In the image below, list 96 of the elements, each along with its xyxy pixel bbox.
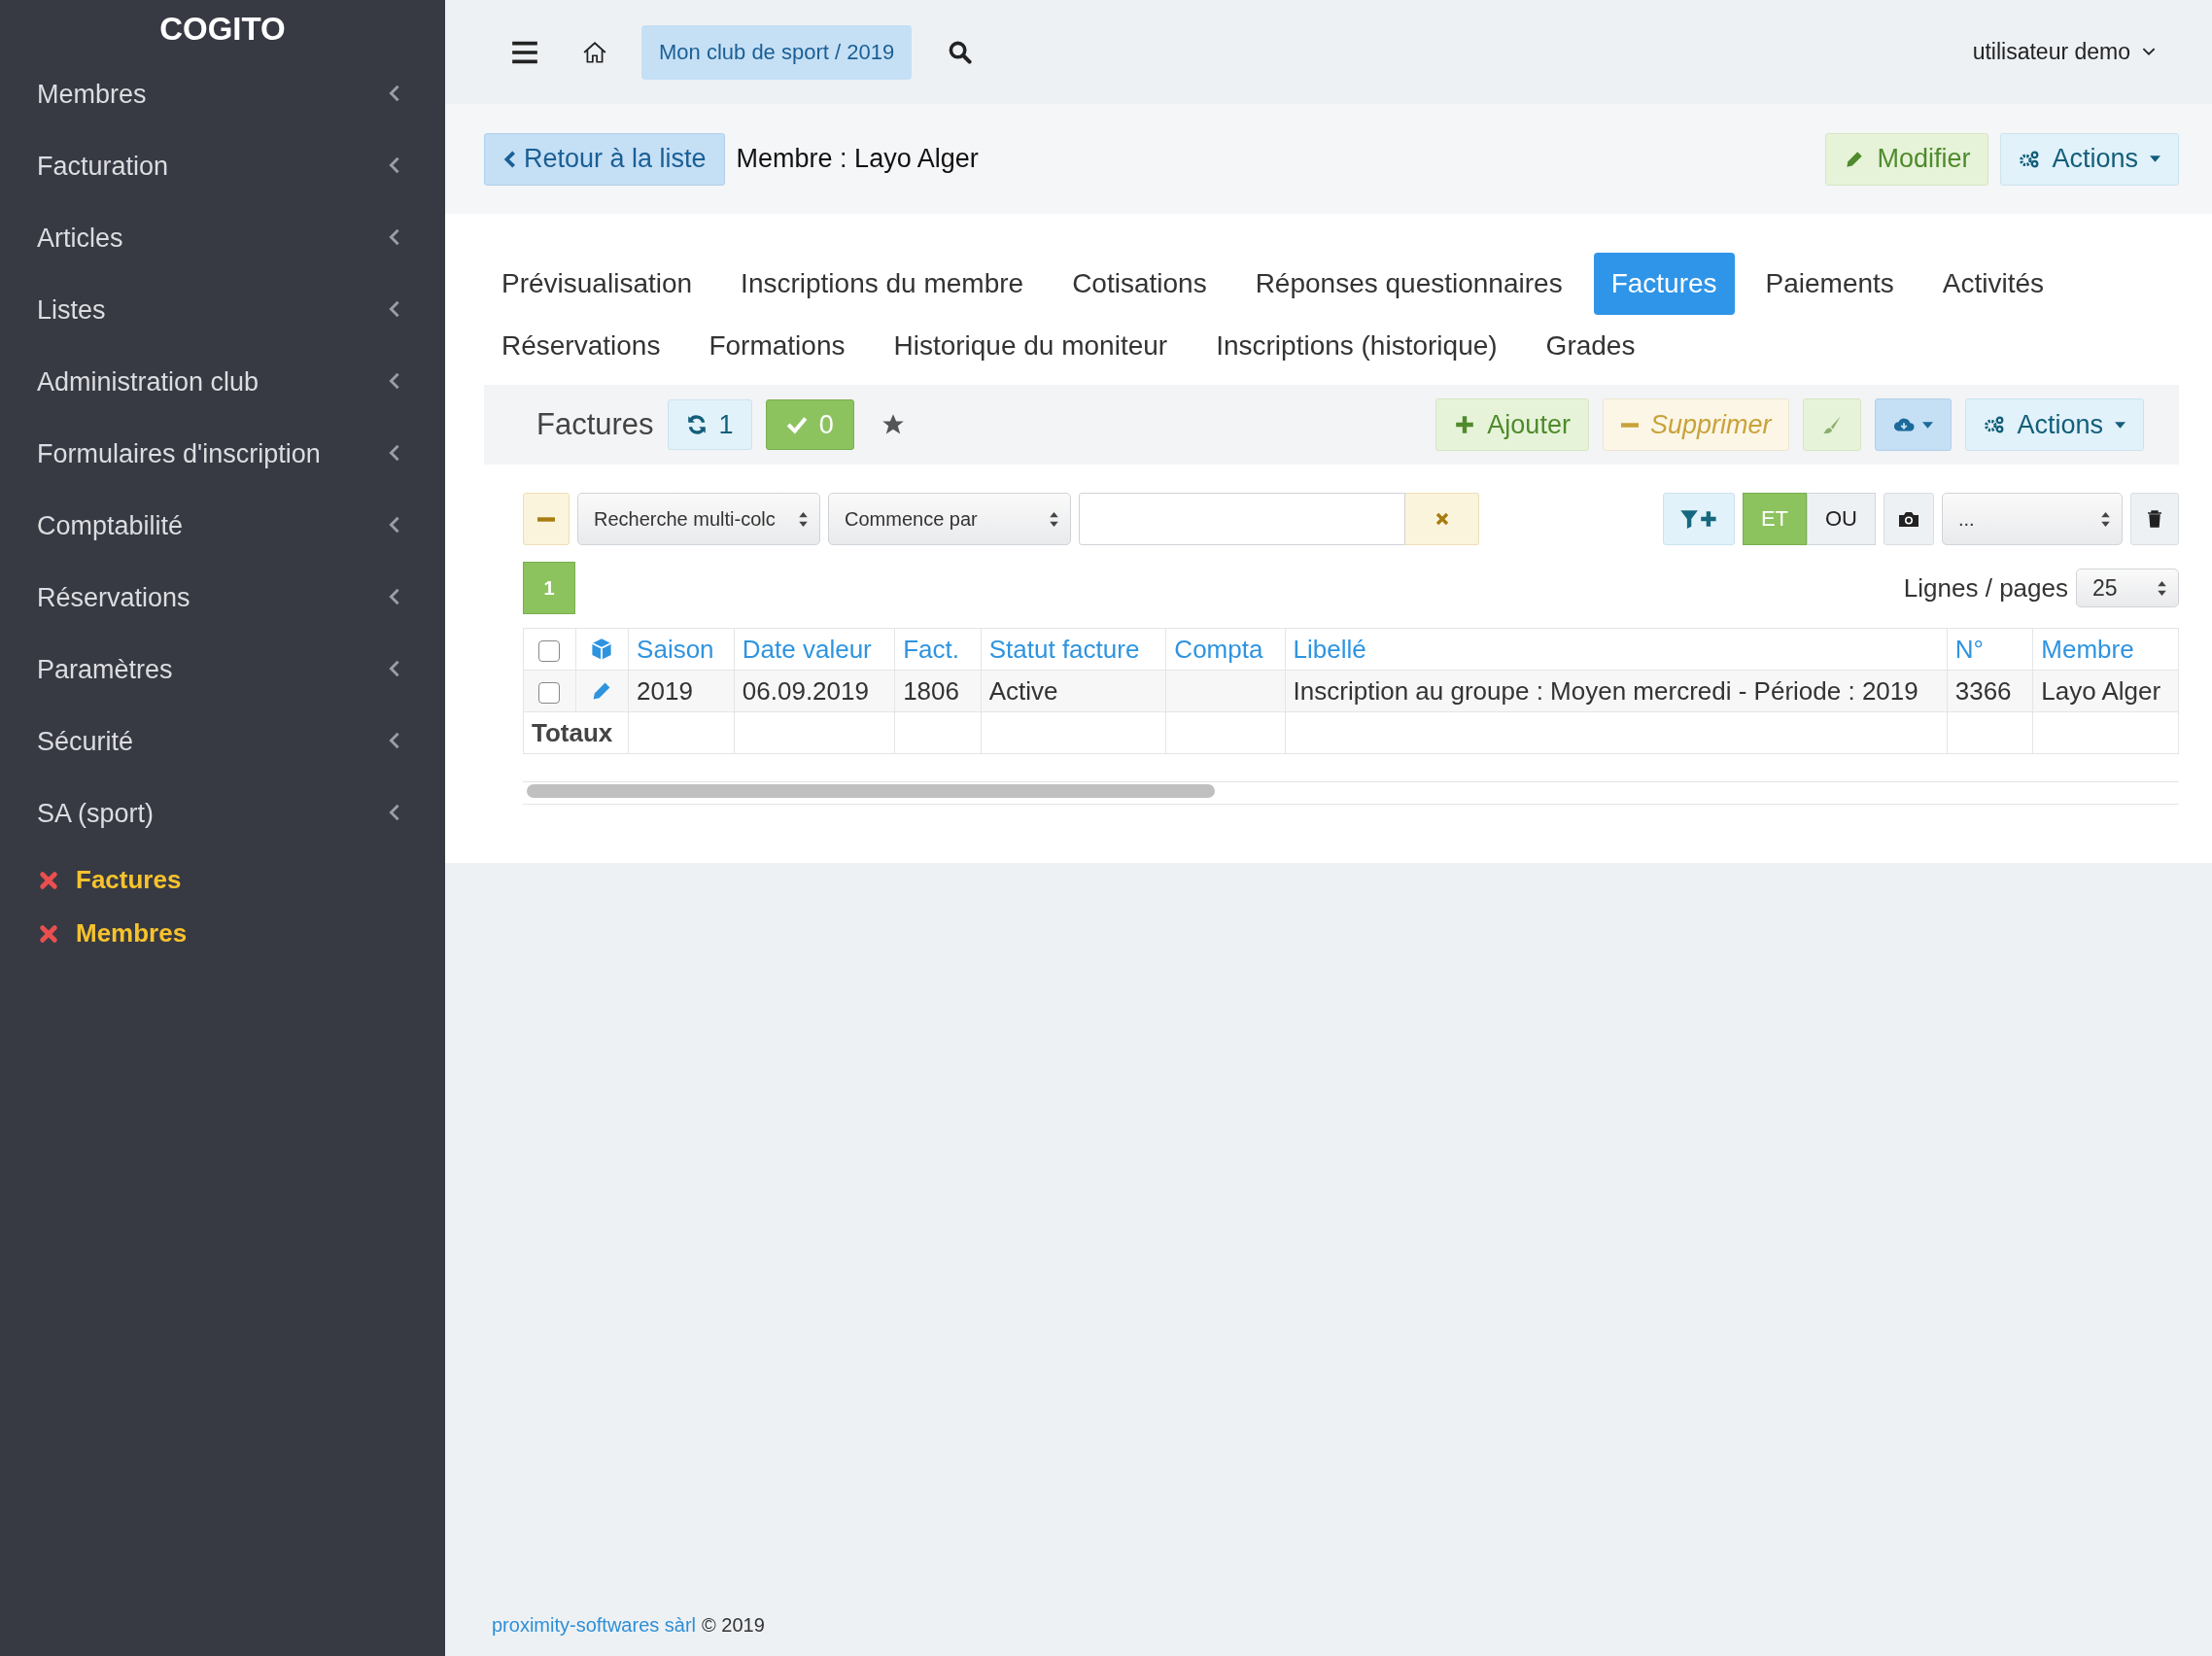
- actions-button[interactable]: Actions: [1965, 398, 2144, 451]
- sidebar-item[interactable]: Membres: [0, 58, 445, 130]
- search-icon[interactable]: [949, 40, 973, 64]
- chevron-left-icon: [389, 659, 400, 678]
- select-all-checkbox[interactable]: [538, 639, 561, 662]
- table-cell: 2019: [637, 675, 693, 706]
- minus-icon: [537, 516, 555, 522]
- chevron-left-icon: [389, 803, 400, 822]
- table-cell: Layo Alger: [2041, 675, 2161, 706]
- tab[interactable]: Activités: [1924, 253, 2062, 315]
- add-button[interactable]: Ajouter: [1435, 398, 1589, 451]
- close-icon: [1434, 511, 1450, 527]
- table-cell: 3366: [1954, 675, 2012, 706]
- sort-arrows-icon: [2101, 511, 2110, 527]
- chevron-left-icon: [389, 731, 400, 750]
- user-menu[interactable]: utilisateur demo: [1966, 38, 2161, 66]
- tab[interactable]: Formations: [691, 315, 863, 377]
- page-size-label: Lignes / pages: [1903, 572, 2068, 604]
- sidebar-item[interactable]: Administration club: [0, 346, 445, 418]
- chevron-left-icon: [389, 443, 400, 463]
- tab[interactable]: Inscriptions (historique): [1198, 315, 1515, 377]
- table-cell: 06.09.2019: [742, 675, 869, 706]
- menu-icon[interactable]: [511, 39, 538, 65]
- table-cell: 1806: [903, 675, 959, 706]
- add-filter-button[interactable]: [1662, 493, 1735, 545]
- refresh-icon: [685, 414, 708, 435]
- chevron-left-icon: [504, 149, 516, 169]
- caret-icon: [1922, 421, 1934, 429]
- favorite-link[interactable]: Membres: [76, 918, 188, 949]
- scrollbar-thumb[interactable]: [527, 784, 1215, 798]
- sort-arrows-icon: [1050, 511, 1058, 527]
- page-title: Membre : Layo Alger: [736, 144, 979, 174]
- filter-plus-icon: [1678, 508, 1718, 530]
- column-select[interactable]: Recherche multi-colc: [577, 493, 820, 545]
- table-cell: Inscription au groupe : Moyen mercredi - Période : 2019: [1293, 675, 1918, 706]
- sidebar-item[interactable]: Listes: [0, 274, 445, 346]
- match-select[interactable]: Commence par: [828, 493, 1071, 545]
- close-icon[interactable]: [39, 870, 58, 890]
- chevron-left-icon: [389, 299, 400, 319]
- download-button[interactable]: [1875, 398, 1953, 451]
- tab[interactable]: Réponses questionnaires: [1237, 253, 1580, 315]
- sidebar-item[interactable]: Facturation: [0, 130, 445, 202]
- caret-icon: [2115, 421, 2126, 429]
- chevron-left-icon: [389, 371, 400, 391]
- snapshot-button[interactable]: [1884, 493, 1934, 545]
- club-button[interactable]: Mon club de sport / 2019: [641, 24, 913, 80]
- filter-input[interactable]: [1079, 493, 1405, 545]
- tab[interactable]: Cotisations: [1054, 253, 1225, 315]
- sidebar-item[interactable]: Sécurité: [0, 706, 445, 777]
- plus-icon: [1454, 414, 1476, 435]
- chevron-left-icon: [389, 515, 400, 535]
- edit-button[interactable]: Modifier: [1825, 132, 1989, 186]
- refresh-button[interactable]: 1: [667, 399, 752, 450]
- sidebar-item[interactable]: Paramètres: [0, 634, 445, 706]
- remove-filter-button[interactable]: [523, 493, 570, 545]
- minus-icon: [1620, 422, 1639, 428]
- totals-label: Totaux: [532, 717, 613, 747]
- sidebar-item[interactable]: SA (sport): [0, 777, 445, 849]
- back-button[interactable]: Retour à la liste: [484, 132, 725, 186]
- copyright-text: © 2019: [702, 1614, 765, 1637]
- actions-button[interactable]: Actions: [2000, 132, 2179, 186]
- table-cell: Active: [988, 675, 1058, 706]
- tab[interactable]: Historique du moniteur: [876, 315, 1186, 377]
- gears-icon: [2019, 148, 2041, 170]
- tab[interactable]: Inscriptions du membre: [723, 253, 1042, 315]
- close-icon[interactable]: [39, 923, 58, 944]
- sort-arrows-icon: [799, 511, 808, 527]
- favorite-link[interactable]: Factures: [76, 865, 182, 895]
- check-icon: [785, 414, 808, 435]
- page-size-select[interactable]: 25: [2076, 569, 2179, 607]
- cube-icon: [590, 638, 614, 661]
- logic-toggle[interactable]: OU: [1807, 493, 1876, 545]
- chevron-left-icon: [389, 155, 400, 175]
- row-checkbox[interactable]: [538, 681, 561, 704]
- caret-icon: [2150, 155, 2160, 162]
- chevron-left-icon: [389, 84, 400, 103]
- delete-filter-button[interactable]: [2130, 493, 2179, 545]
- tab[interactable]: Grades: [1528, 315, 1653, 377]
- sidebar-item[interactable]: Formulaires d'inscription: [0, 418, 445, 490]
- sidebar-item[interactable]: Articles: [0, 202, 445, 274]
- chevron-left-icon: [389, 227, 400, 247]
- tab[interactable]: Prévisualisation: [484, 253, 710, 315]
- trash-icon: [2147, 510, 2162, 528]
- chevron-left-icon: [389, 587, 400, 606]
- gears-icon: [1984, 414, 2006, 435]
- sort-arrows-icon: [2158, 580, 2166, 596]
- sidebar-item[interactable]: Comptabilité: [0, 490, 445, 562]
- tab[interactable]: Réservations: [484, 315, 678, 377]
- chevron-down-icon: [2142, 48, 2156, 56]
- tab[interactable]: Paiements: [1747, 253, 1912, 315]
- saved-filter-select[interactable]: ...: [1942, 493, 2123, 545]
- app-logo: COGITO: [158, 10, 287, 49]
- star-icon[interactable]: [881, 413, 905, 436]
- sidebar-item[interactable]: Réservations: [0, 562, 445, 634]
- clear-button[interactable]: [1405, 493, 1479, 545]
- section-title: Factures: [536, 407, 654, 442]
